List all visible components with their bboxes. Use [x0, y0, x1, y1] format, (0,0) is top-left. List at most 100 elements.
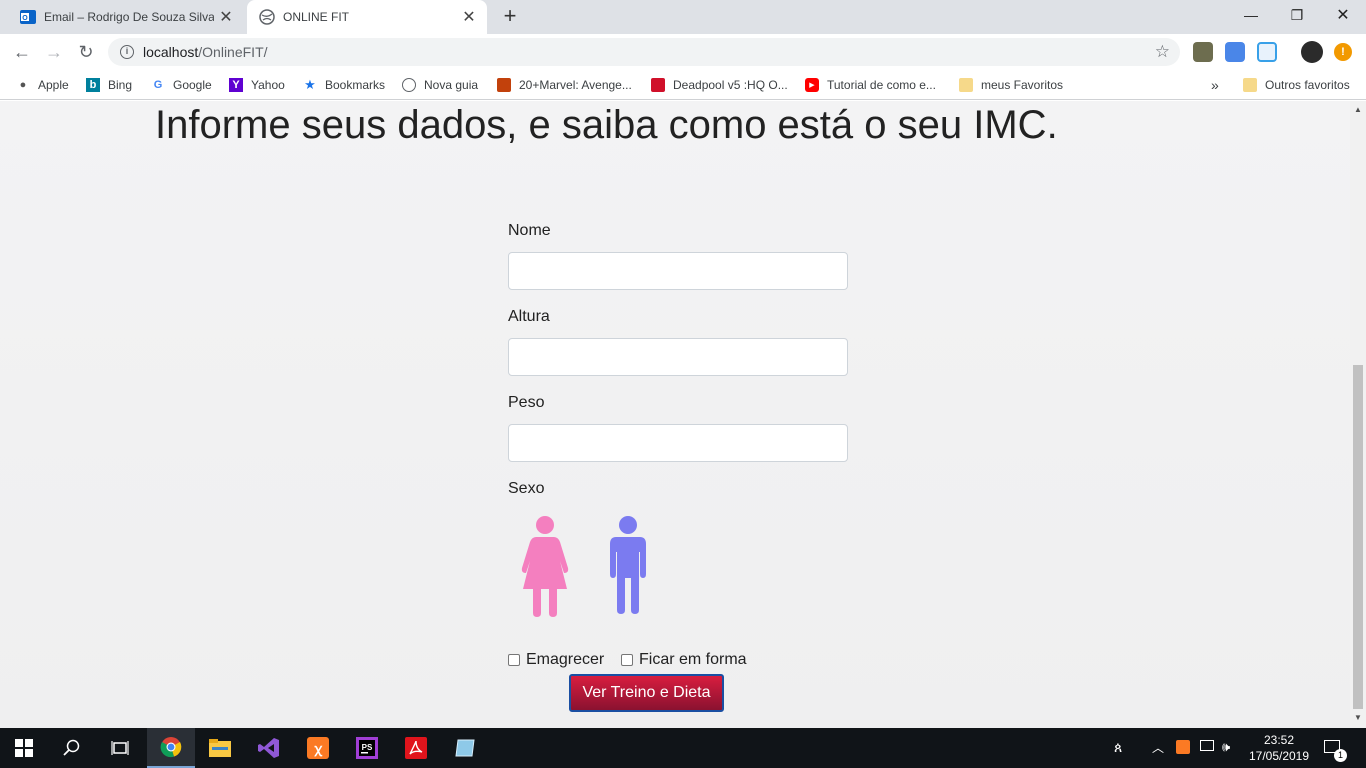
bookmark-nova-guia[interactable]: Nova guia: [402, 76, 478, 94]
tab-strip: O Email – Rodrigo De Souza Silva – ✕ ONL…: [0, 0, 1366, 34]
bing-icon: b: [86, 78, 100, 92]
bookmark-label: Bing: [108, 78, 133, 92]
star-icon: ★: [304, 77, 316, 92]
tab-title: Email – Rodrigo De Souza Silva –: [44, 10, 214, 24]
weight-input[interactable]: [508, 424, 848, 462]
address-bar[interactable]: i localhost /OnlineFIT/ ☆: [108, 38, 1180, 66]
clock-time: 23:52: [1263, 733, 1295, 747]
phpstorm-icon[interactable]: PS: [343, 728, 391, 768]
onedrive-icon[interactable]: [1257, 42, 1277, 62]
tab-title: ONLINE FIT: [283, 10, 350, 24]
name-input[interactable]: [508, 252, 848, 290]
bookmark-tutorial[interactable]: ▶ Tutorial de como e...: [805, 76, 936, 94]
bookmark-label: 20+Marvel: Avenge...: [519, 78, 632, 92]
translate-icon[interactable]: [1225, 42, 1245, 62]
bookmark-deadpool[interactable]: Deadpool v5 :HQ O...: [651, 76, 788, 94]
page-title: Informe seus dados, e saiba como está o …: [155, 103, 1058, 147]
xampp-tray-icon[interactable]: [1176, 740, 1190, 754]
checkbox-label: Emagrecer: [526, 651, 605, 668]
bookmark-meus-favoritos[interactable]: meus Favoritos: [959, 76, 1063, 94]
info-icon[interactable]: i: [120, 45, 134, 59]
svg-text:PS: PS: [362, 743, 373, 752]
network-icon[interactable]: [1200, 740, 1214, 751]
globe-icon: [259, 9, 275, 25]
deadpool-icon: [651, 78, 665, 92]
weight-label: Peso: [508, 394, 545, 411]
svg-text:O: O: [22, 15, 28, 22]
xampp-icon[interactable]: ꭓ: [294, 728, 342, 768]
search-icon[interactable]: [48, 728, 96, 768]
extension-icon[interactable]: [1193, 42, 1213, 62]
height-input[interactable]: [508, 338, 848, 376]
male-icon[interactable]: [608, 516, 648, 615]
clock-date: 17/05/2019: [1248, 749, 1310, 763]
bookmark-apple[interactable]: ● Apple: [16, 76, 69, 94]
scroll-thumb[interactable]: [1353, 365, 1363, 709]
bookmark-google[interactable]: G Google: [151, 76, 212, 94]
taskbar: ꭓ PS ጰ ︿ 🕪 23:52 17/05/2019 1: [0, 728, 1366, 768]
youtube-icon: ▶: [805, 78, 819, 92]
people-icon[interactable]: ጰ: [1114, 739, 1122, 756]
yahoo-icon: Y: [229, 78, 243, 92]
close-window-icon[interactable]: ✕: [1320, 0, 1366, 30]
avatar[interactable]: [1301, 41, 1323, 63]
bookmark-label: Google: [173, 78, 212, 92]
reload-icon[interactable]: ↻: [72, 38, 100, 66]
lose-weight-checkbox[interactable]: Emagrecer: [508, 651, 604, 669]
sex-label: Sexo: [508, 480, 545, 497]
bookmark-label: Tutorial de como e...: [827, 78, 936, 92]
minimize-icon[interactable]: —: [1228, 0, 1274, 30]
task-view-icon[interactable]: [96, 728, 144, 768]
get-fit-checkbox[interactable]: Ficar em forma: [621, 651, 747, 669]
acrobat-icon[interactable]: [392, 728, 440, 768]
back-arrow-icon[interactable]: ←: [8, 38, 36, 66]
bookmarks-overflow-button[interactable]: »: [1211, 76, 1219, 94]
bookmark-star-icon[interactable]: ☆: [1155, 42, 1170, 62]
tab-email[interactable]: O Email – Rodrigo De Souza Silva – ✕: [8, 0, 244, 34]
chrome-icon[interactable]: [147, 728, 195, 768]
checkbox-box[interactable]: [508, 654, 520, 666]
bookmark-label: Outros favoritos: [1265, 78, 1350, 92]
female-icon[interactable]: [520, 516, 570, 618]
vertical-scrollbar[interactable]: ▲ ▼: [1350, 101, 1366, 728]
bookmark-label: meus Favoritos: [981, 78, 1064, 92]
marvel-icon: [497, 78, 511, 92]
folder-icon: [959, 78, 973, 92]
bookmark-label: Nova guia: [424, 78, 479, 92]
scroll-down-icon[interactable]: ▼: [1354, 713, 1362, 722]
visual-studio-icon[interactable]: [245, 728, 293, 768]
google-icon: G: [153, 79, 163, 91]
bookmark-other-favorites[interactable]: Outros favoritos: [1243, 76, 1350, 94]
clock[interactable]: 23:52 17/05/2019: [1238, 732, 1320, 764]
page-viewport: Informe seus dados, e saiba como está o …: [0, 101, 1350, 728]
bookmark-yahoo[interactable]: Y Yahoo: [229, 76, 285, 94]
app-icon[interactable]: [441, 728, 489, 768]
submit-button[interactable]: Ver Treino e Dieta: [569, 674, 724, 712]
volume-icon[interactable]: 🕪: [1222, 739, 1230, 755]
bookmark-bing[interactable]: b Bing: [86, 76, 132, 94]
bookmark-label: Deadpool v5 :HQ O...: [673, 78, 788, 92]
bookmark-bookmarks[interactable]: ★ Bookmarks: [303, 76, 385, 94]
height-label: Altura: [508, 308, 550, 325]
close-tab-icon[interactable]: ✕: [214, 7, 238, 27]
name-label: Nome: [508, 222, 551, 239]
chevron-up-icon[interactable]: ︿: [1152, 739, 1164, 756]
bookmark-label: Yahoo: [251, 78, 285, 92]
new-tab-button[interactable]: +: [498, 5, 522, 29]
restore-icon[interactable]: ❐: [1274, 0, 1320, 30]
scroll-up-icon[interactable]: ▲: [1354, 105, 1362, 114]
bookmarks-bar: ● Apple b Bing G Google Y Yahoo ★ Bookma…: [0, 70, 1366, 100]
url-host: localhost: [143, 44, 199, 60]
tab-online-fit[interactable]: ONLINE FIT ✕: [247, 0, 487, 34]
bookmark-marvel[interactable]: 20+Marvel: Avenge...: [497, 76, 632, 94]
checkbox-box[interactable]: [621, 654, 633, 666]
file-explorer-icon[interactable]: [196, 728, 244, 768]
checkbox-label: Ficar em forma: [639, 651, 747, 668]
globe-icon: [402, 78, 416, 92]
windows-start-icon[interactable]: [0, 728, 48, 768]
folder-icon: [1243, 78, 1257, 92]
close-tab-icon[interactable]: ✕: [457, 7, 481, 27]
url-path: /OnlineFIT/: [198, 44, 268, 60]
forward-arrow-icon[interactable]: →: [40, 38, 68, 66]
menu-alert-icon[interactable]: !: [1334, 43, 1352, 61]
